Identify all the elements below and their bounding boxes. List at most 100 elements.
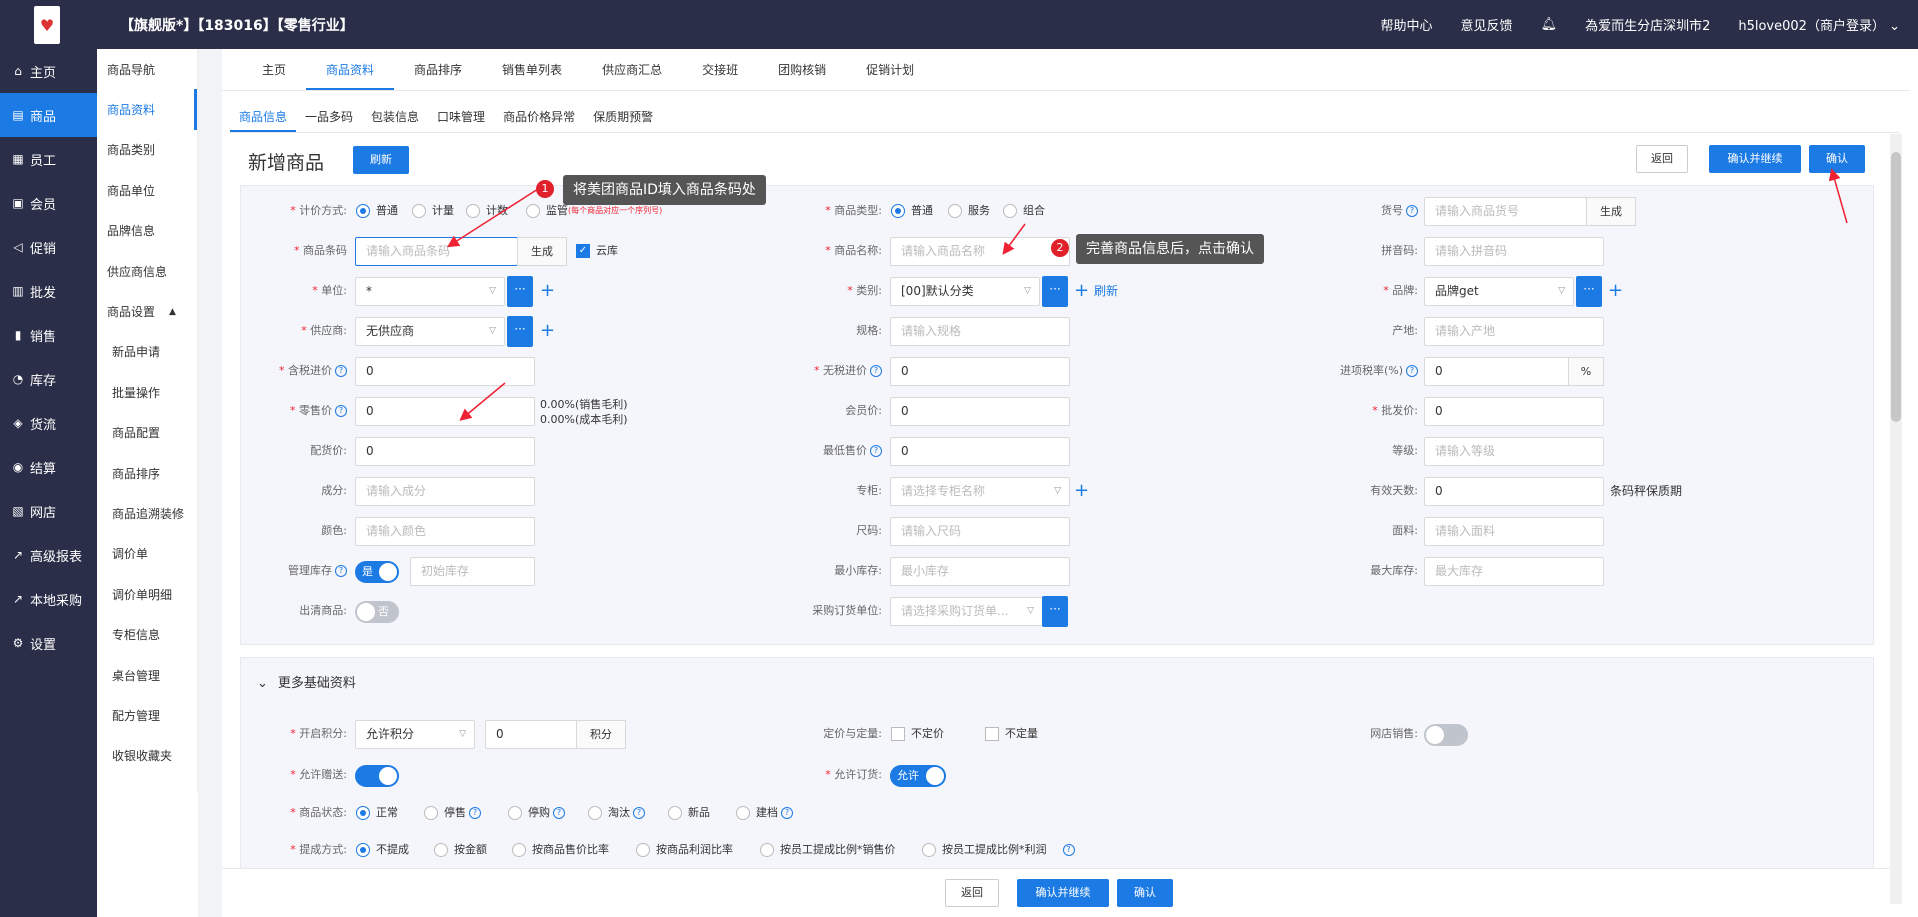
subnav-item-10[interactable]: 商品排序 bbox=[97, 453, 197, 493]
scrollbar-thumb[interactable] bbox=[1891, 152, 1901, 422]
subnav-item-2[interactable]: 商品类别 bbox=[97, 130, 197, 170]
radio-status-new[interactable]: 新品 bbox=[668, 799, 710, 827]
radio-comm-none[interactable]: 不提成 bbox=[356, 836, 409, 864]
gift-toggle[interactable] bbox=[355, 765, 399, 787]
radio-comm-staff-profit[interactable]: 按员工提成比例*利润? bbox=[922, 836, 1075, 864]
sidebar-item-10[interactable]: ▧ 网店 bbox=[0, 489, 97, 533]
brand-add-icon[interactable]: + bbox=[1608, 277, 1623, 305]
member-price-input[interactable]: 0 bbox=[890, 397, 1070, 426]
counter-select[interactable]: 请选择专柜名称 ▽ bbox=[890, 477, 1070, 506]
sidebar-item-4[interactable]: ◁ 促销 bbox=[0, 225, 97, 269]
subnav-item-5[interactable]: 供应商信息 bbox=[97, 251, 197, 291]
tab-3[interactable]: 销售单列表 bbox=[482, 49, 582, 90]
back-button-top[interactable]: 返回 bbox=[1636, 145, 1688, 173]
sidebar-item-1[interactable]: ▤ 商品 bbox=[0, 93, 97, 137]
confirm-continue-button-top[interactable]: 确认并继续 bbox=[1709, 145, 1801, 173]
tab-4[interactable]: 供应商汇总 bbox=[582, 49, 682, 90]
supplier-add-icon[interactable]: + bbox=[540, 317, 555, 345]
subnav-item-7[interactable]: 新品申请 bbox=[97, 332, 197, 372]
name-input[interactable]: 请输入商品名称 bbox=[890, 237, 1070, 266]
barcode-generate-button[interactable]: 生成 bbox=[517, 237, 567, 266]
user-menu[interactable]: h5love002（商户登录） ⌄ bbox=[1738, 15, 1900, 34]
category-more-button[interactable]: ··· bbox=[1042, 276, 1068, 307]
sidebar-item-11[interactable]: ↗ 高级报表 bbox=[0, 533, 97, 577]
supplier-more-button[interactable]: ··· bbox=[507, 316, 533, 347]
sidebar-item-7[interactable]: ◔ 库存 bbox=[0, 357, 97, 401]
no-fixed-qty-checkbox[interactable]: 不定量 bbox=[985, 720, 1038, 748]
notax-price-input[interactable]: 0 bbox=[890, 357, 1070, 386]
subnav-item-6[interactable]: 商品设置 ▲ bbox=[97, 291, 197, 331]
subnav-item-12[interactable]: 调价单 bbox=[97, 534, 197, 574]
sidebar-item-2[interactable]: ▦ 员工 bbox=[0, 137, 97, 181]
help-link[interactable]: 帮助中心 bbox=[1381, 15, 1433, 34]
subnav-item-9[interactable]: 商品配置 bbox=[97, 413, 197, 453]
confirm-button-bottom[interactable]: 确认 bbox=[1117, 879, 1173, 907]
input-tax-input[interactable]: 0 bbox=[1424, 357, 1569, 386]
tab-7[interactable]: 促销计划 bbox=[846, 49, 934, 90]
sidebar-item-9[interactable]: ◉ 结算 bbox=[0, 445, 97, 489]
subtab-1[interactable]: 一品多码 bbox=[296, 103, 362, 132]
online-toggle[interactable] bbox=[1424, 724, 1468, 746]
radio-status-normal[interactable]: 正常 bbox=[356, 799, 398, 827]
subnav-item-1[interactable]: 商品资料 bbox=[97, 89, 197, 130]
unit-more-button[interactable]: ··· bbox=[507, 276, 533, 307]
brand-select[interactable]: 品牌get ▽ bbox=[1424, 277, 1574, 306]
radio-comm-price-ratio[interactable]: 按商品售价比率 bbox=[512, 836, 609, 864]
color-input[interactable]: 请输入颜色 bbox=[355, 517, 535, 546]
radio-status-stop-sale[interactable]: 停售? bbox=[424, 799, 481, 827]
max-stock-input[interactable]: 最大库存 bbox=[1424, 557, 1604, 586]
sidebar-item-6[interactable]: ▮ 销售 bbox=[0, 313, 97, 357]
radio-type-combo[interactable]: 组合 bbox=[1003, 197, 1045, 225]
subtab-3[interactable]: 口味管理 bbox=[428, 103, 494, 132]
clearance-toggle[interactable]: 否 bbox=[355, 601, 399, 623]
min-stock-input[interactable]: 最小库存 bbox=[890, 557, 1070, 586]
subtab-4[interactable]: 商品价格异常 bbox=[494, 103, 584, 132]
subnav-item-15[interactable]: 桌台管理 bbox=[97, 655, 197, 695]
size-input[interactable]: 请输入尺码 bbox=[890, 517, 1070, 546]
radio-type-service[interactable]: 服务 bbox=[948, 197, 990, 225]
radio-type-normal[interactable]: 普通 bbox=[891, 197, 933, 225]
confirm-button-top[interactable]: 确认 bbox=[1809, 145, 1865, 173]
radio-comm-staff-price[interactable]: 按员工提成比例*销售价 bbox=[760, 836, 896, 864]
sidebar-item-5[interactable]: ▥ 批发 bbox=[0, 269, 97, 313]
sidebar-item-0[interactable]: ⌂ 主页 bbox=[0, 49, 97, 93]
item-no-generate-button[interactable]: 生成 bbox=[1586, 197, 1636, 226]
more-section-toggle[interactable]: ⌄ 更多基础资料 bbox=[257, 672, 356, 691]
unit-select[interactable]: * ▽ bbox=[355, 277, 505, 306]
category-refresh-link[interactable]: 刷新 bbox=[1094, 277, 1118, 305]
counter-add-icon[interactable]: + bbox=[1074, 477, 1089, 505]
valid-days-input[interactable]: 0 bbox=[1424, 477, 1604, 506]
subnav-item-17[interactable]: 收银收藏夹 bbox=[97, 736, 197, 776]
retail-price-input[interactable]: 0 bbox=[355, 397, 535, 426]
wholesale-input[interactable]: 0 bbox=[1424, 397, 1604, 426]
min-price-input[interactable]: 0 bbox=[890, 437, 1070, 466]
subnav-item-16[interactable]: 配方管理 bbox=[97, 695, 197, 735]
manage-stock-toggle[interactable]: 是 bbox=[355, 561, 399, 583]
sidebar-item-8[interactable]: ◈ 货流 bbox=[0, 401, 97, 445]
radio-comm-amount[interactable]: 按金额 bbox=[434, 836, 487, 864]
origin-input[interactable]: 请输入产地 bbox=[1424, 317, 1604, 346]
subnav-item-0[interactable]: 商品导航 bbox=[97, 49, 197, 89]
radio-status-obsolete[interactable]: 淘汰? bbox=[588, 799, 645, 827]
tab-0[interactable]: 主页 bbox=[242, 49, 306, 90]
cloud-checkbox[interactable]: ✓ 云库 bbox=[576, 237, 618, 265]
points-select[interactable]: 允许积分 ▽ bbox=[355, 720, 475, 749]
store-name[interactable]: 為爱而生分店深圳市2 bbox=[1585, 15, 1710, 34]
subnav-item-4[interactable]: 品牌信息 bbox=[97, 211, 197, 251]
tab-6[interactable]: 团购核销 bbox=[758, 49, 846, 90]
pinyin-input[interactable]: 请输入拼音码 bbox=[1424, 237, 1604, 266]
confirm-continue-button-bottom[interactable]: 确认并继续 bbox=[1017, 879, 1109, 907]
subtab-5[interactable]: 保质期预警 bbox=[584, 103, 662, 132]
radio-status-filed[interactable]: 建档? bbox=[736, 799, 793, 827]
tax-price-input[interactable]: 0 bbox=[355, 357, 535, 386]
spec-input[interactable]: 请输入规格 bbox=[890, 317, 1070, 346]
subnav-item-14[interactable]: 专柜信息 bbox=[97, 614, 197, 654]
initial-stock-input[interactable]: 初始库存 bbox=[410, 557, 535, 586]
refresh-button[interactable]: 刷新 bbox=[353, 146, 409, 174]
radio-pricing-weight[interactable]: 计量 bbox=[412, 197, 454, 225]
fabric-input[interactable]: 请输入面料 bbox=[1424, 517, 1604, 546]
dist-price-input[interactable]: 0 bbox=[355, 437, 535, 466]
subnav-item-11[interactable]: 商品追溯装修 bbox=[97, 493, 197, 533]
back-button-bottom[interactable]: 返回 bbox=[945, 879, 999, 907]
radio-comm-profit-ratio[interactable]: 按商品利润比率 bbox=[636, 836, 733, 864]
